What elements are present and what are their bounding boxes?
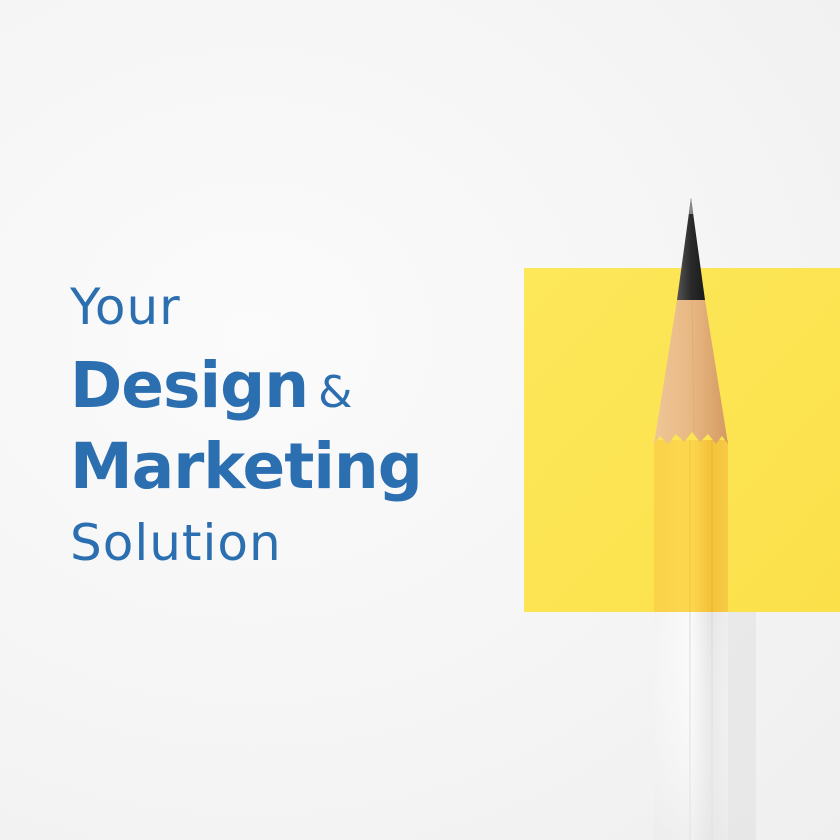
headline-marketing: Marketing (70, 430, 423, 503)
headline: Your Design & Marketing Solution (70, 268, 510, 568)
headline-solution: Solution (70, 514, 282, 572)
headline-your: Your (70, 278, 181, 336)
headline-design-row: Design & (70, 354, 510, 417)
headline-ampersand: & (318, 367, 353, 418)
headline-design: Design (70, 349, 309, 422)
banner: Your Design & Marketing Solution (0, 0, 840, 840)
pencil-body-yellow (654, 440, 728, 612)
